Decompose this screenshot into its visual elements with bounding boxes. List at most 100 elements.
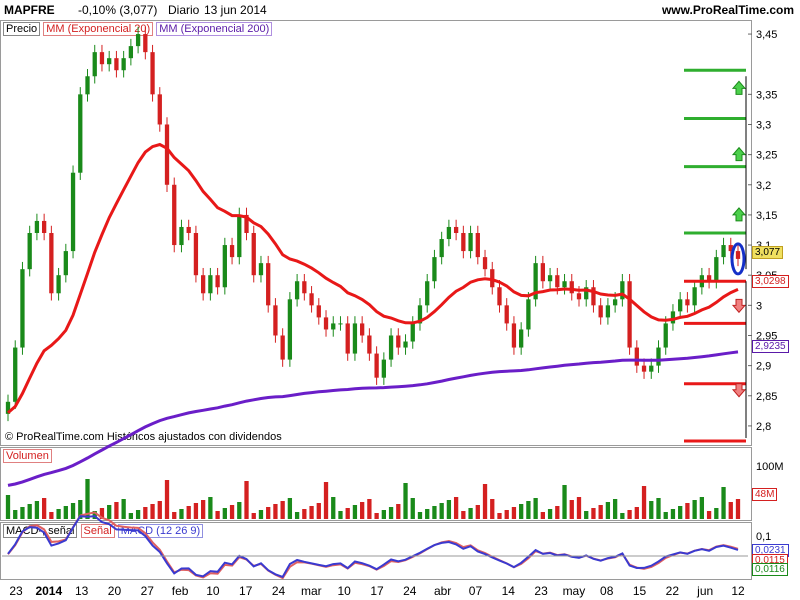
volume-bar	[258, 510, 264, 519]
volume-bar	[714, 508, 719, 519]
x-tick-label: 17	[239, 584, 253, 598]
down-arrow-icon	[731, 298, 747, 314]
candle-body	[172, 184, 177, 246]
x-tick-label: 24	[272, 584, 286, 598]
candle-body	[526, 299, 531, 330]
volume-bar	[70, 503, 76, 519]
candle-body	[70, 172, 76, 252]
candle-body	[432, 257, 437, 282]
candle-body	[20, 269, 25, 348]
volume-bar	[721, 487, 726, 519]
candle-body	[208, 275, 213, 294]
volume-bar	[612, 499, 618, 519]
candle-body	[381, 359, 386, 378]
candle-body	[280, 335, 285, 360]
x-tick-label: 10	[338, 584, 352, 598]
candle-body	[425, 281, 430, 306]
volume-bar	[439, 503, 444, 519]
y-tick-label: 2,8	[756, 421, 771, 433]
y-tick-label: 2,85	[756, 391, 777, 403]
candle-body	[143, 34, 148, 53]
candle-body	[562, 281, 567, 288]
volume-bar	[410, 498, 415, 519]
volume-bar	[591, 508, 596, 519]
x-tick-label: 22	[666, 584, 680, 598]
volume-bar	[237, 502, 242, 519]
volume-bar	[49, 512, 54, 519]
volume-bar	[20, 507, 25, 519]
y-tick-label: 2,9	[756, 361, 771, 373]
volume-bar	[164, 480, 170, 519]
candle-body	[475, 233, 480, 258]
candle-body	[446, 226, 452, 240]
volume-bar	[656, 498, 661, 519]
volume-bar	[280, 501, 285, 519]
candle-body	[678, 299, 683, 312]
candle-body	[49, 233, 54, 294]
volume-bar	[381, 510, 386, 519]
candle-body	[360, 323, 365, 336]
x-tick-label: jun	[696, 584, 713, 598]
y-tick-label: 3,25	[756, 150, 777, 162]
candle-body	[331, 323, 336, 330]
up-arrow-icon	[731, 80, 747, 95]
volume-bar	[172, 512, 177, 519]
volume-bar	[547, 509, 553, 519]
volume-bar	[562, 485, 567, 519]
candle-body	[569, 281, 574, 294]
volume-bar	[222, 508, 227, 519]
candle-body	[323, 317, 329, 330]
volume-bar	[475, 505, 480, 519]
volume-bar	[482, 484, 488, 519]
candle-body	[222, 245, 227, 288]
candle-body	[63, 251, 68, 276]
volume-bar	[569, 500, 574, 519]
x-tick-label: 12	[731, 584, 745, 598]
volume-bar	[403, 483, 408, 519]
candle-body	[403, 341, 408, 348]
candle-body	[388, 335, 394, 360]
volume-bar	[446, 500, 452, 519]
macd-tick-0: 0,1	[756, 531, 772, 543]
x-tick-label: 08	[600, 584, 614, 598]
volume-bar	[598, 505, 603, 519]
volume-bar	[309, 506, 314, 519]
down-arrow-icon	[731, 383, 747, 398]
volume-bar	[699, 497, 705, 519]
volume-bar	[360, 502, 365, 519]
candle-body	[714, 257, 719, 282]
volume-bar	[634, 507, 639, 519]
volume-bar	[692, 500, 697, 519]
y-tick-label: 3,45	[756, 29, 777, 41]
candle-body	[576, 293, 582, 300]
candle-body	[150, 52, 155, 95]
volume-bar	[273, 504, 278, 519]
candle-body	[663, 323, 668, 348]
volume-bar	[331, 497, 336, 519]
volume-bar	[540, 512, 545, 519]
candle-body	[229, 245, 235, 258]
volume-bar	[641, 486, 647, 519]
x-tick-label: may	[563, 584, 586, 598]
candle-body	[34, 220, 40, 233]
candle-body	[316, 305, 321, 318]
volume-bar	[374, 513, 379, 519]
candle-body	[649, 365, 654, 372]
candle-body	[287, 299, 293, 360]
volume-bar	[13, 510, 18, 519]
up-arrow-icon	[731, 207, 747, 222]
candle-body	[251, 233, 256, 276]
candle-body	[121, 58, 126, 71]
candle-body	[439, 239, 444, 258]
volume-bar	[316, 503, 321, 519]
candle-body	[374, 353, 379, 378]
volume-bar	[229, 505, 235, 519]
x-tick-label: 07	[469, 584, 483, 598]
volume-bar	[215, 511, 220, 519]
volume-bar	[135, 510, 141, 519]
candle-body	[99, 52, 105, 65]
volume-bar	[244, 481, 249, 519]
volume-tick-last: 48M	[752, 488, 778, 501]
y-tick-label: 3,35	[756, 89, 777, 101]
candle-body	[266, 263, 271, 306]
